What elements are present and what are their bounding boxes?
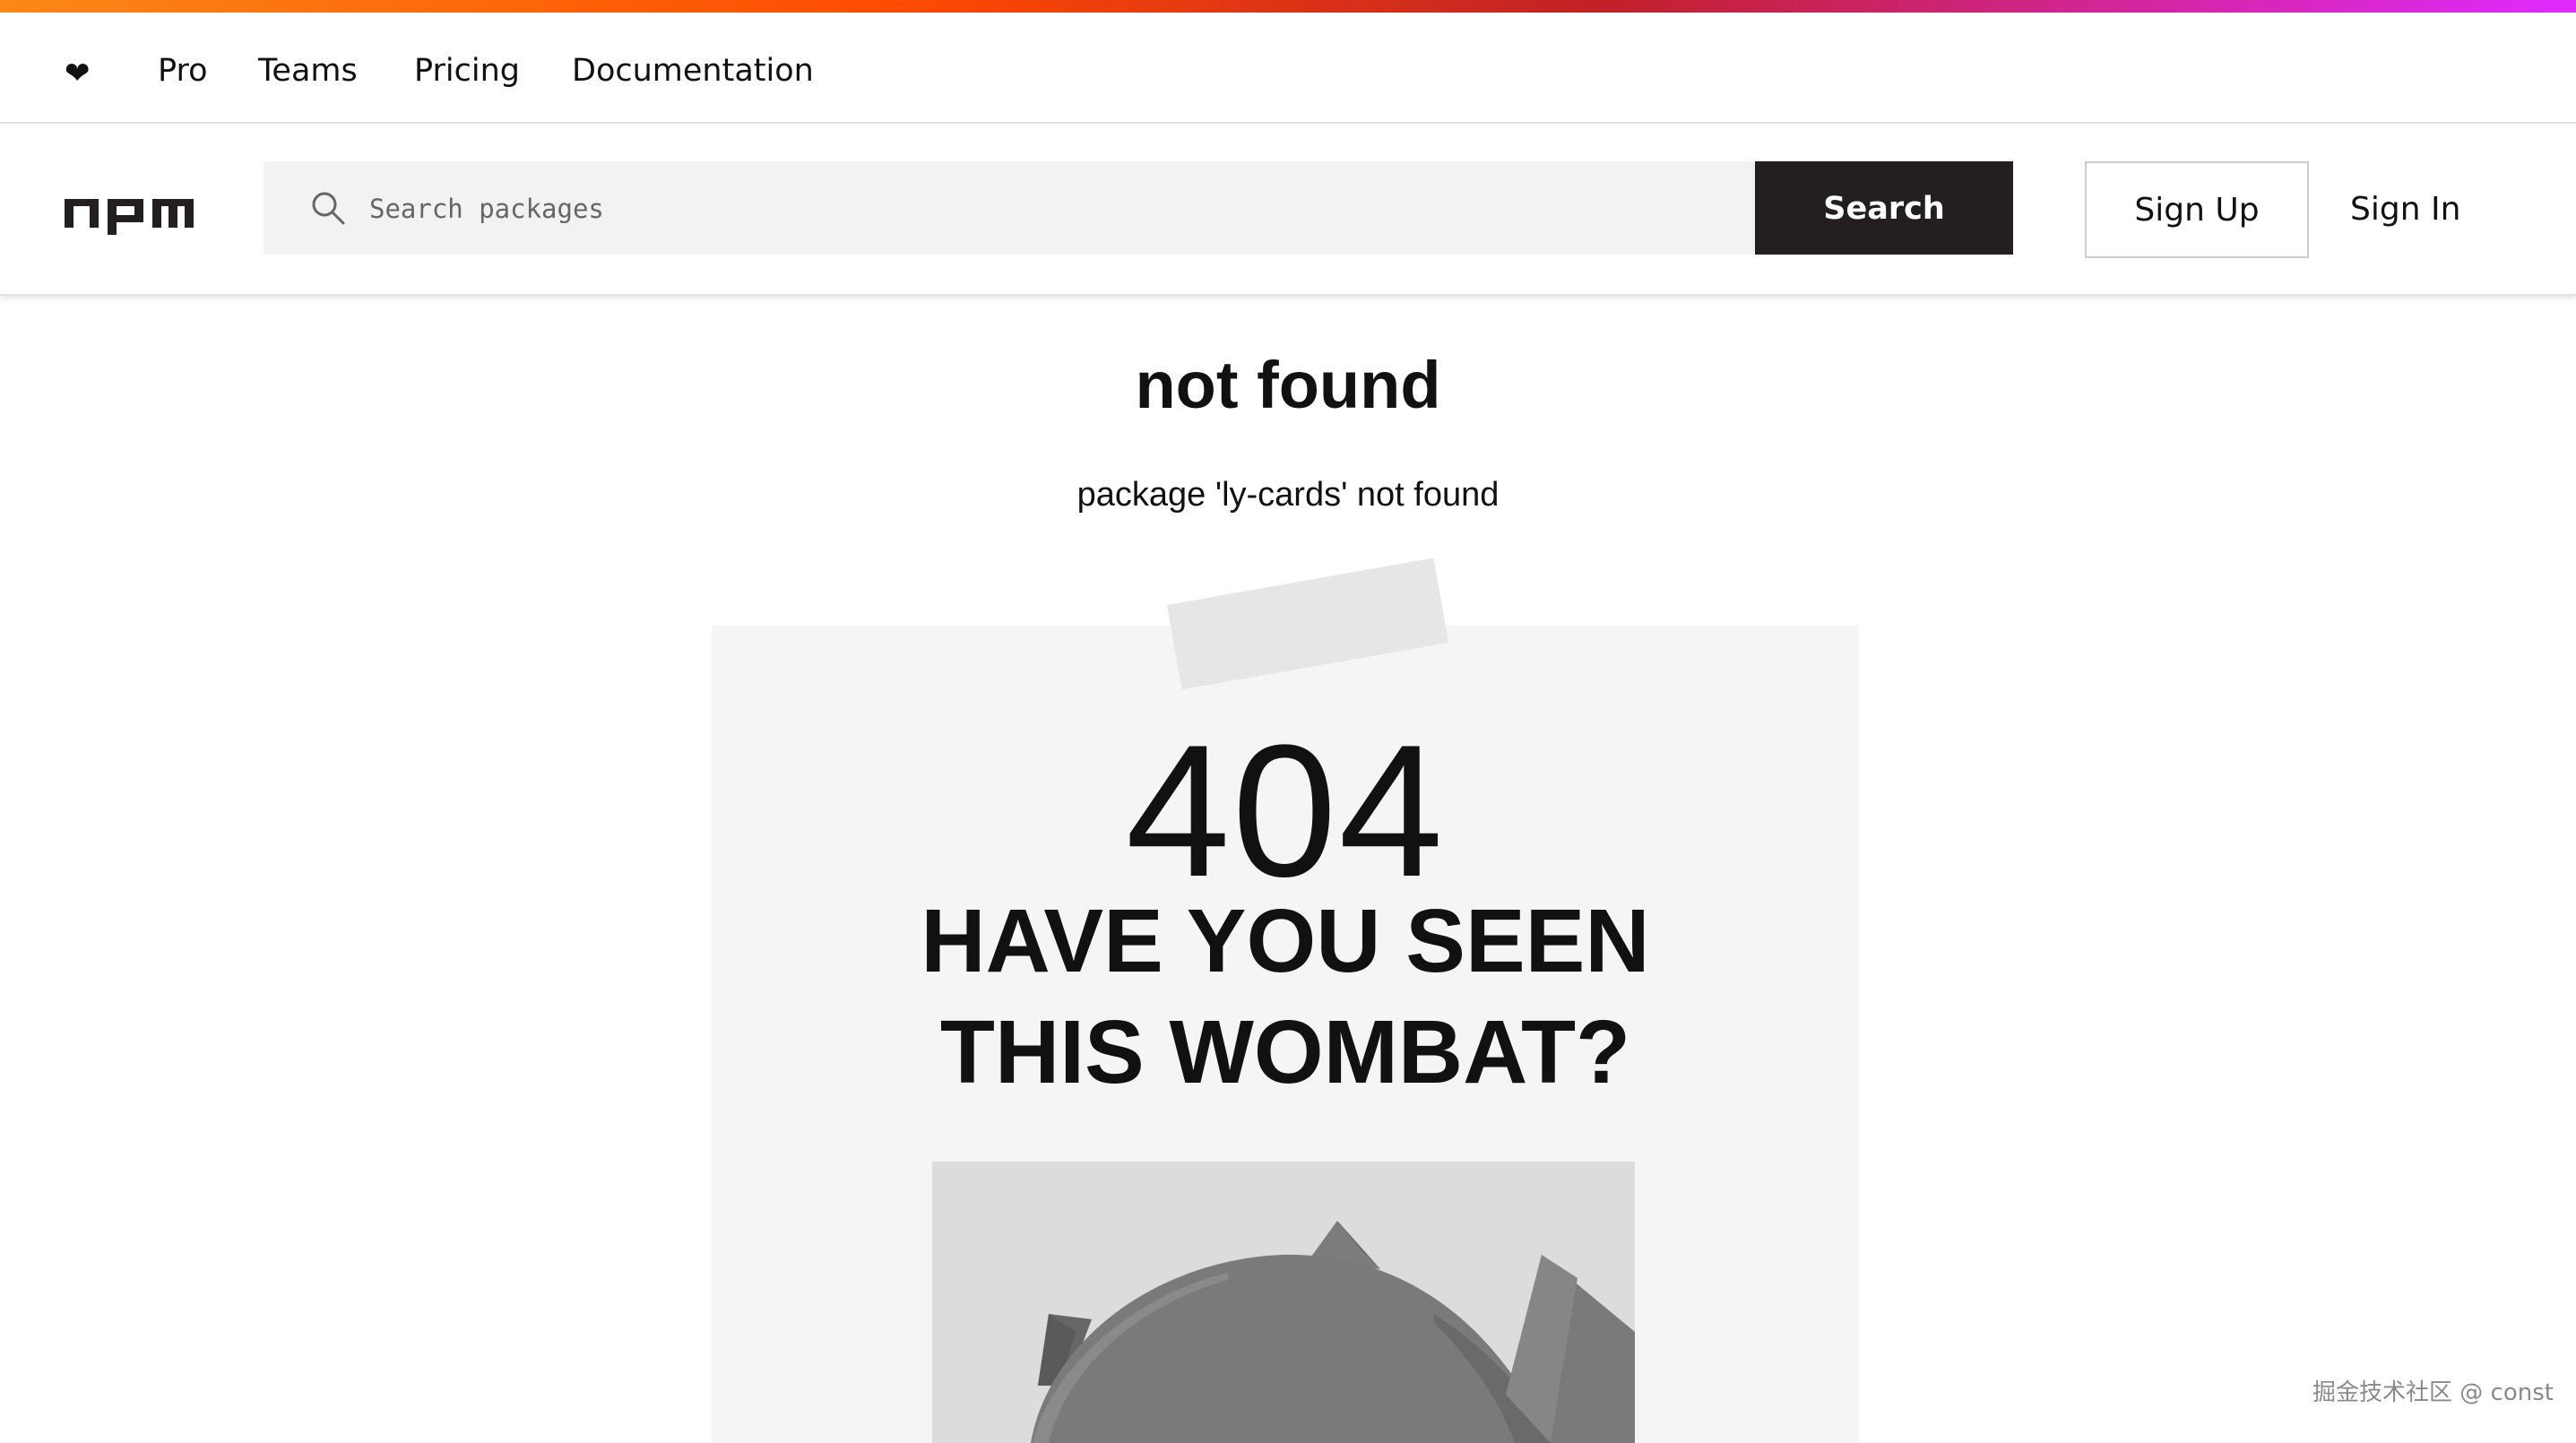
nav-link-pro[interactable]: Pro (158, 48, 208, 93)
search-icon (312, 192, 345, 225)
not-found-message: package 'ly-cards' not found (1076, 476, 1500, 514)
page-title: not found (1135, 348, 1441, 422)
search-field[interactable] (264, 161, 1755, 255)
wombat-illustration (1031, 1221, 1635, 1443)
wombat-photo (932, 1162, 1635, 1443)
poster-headline-line-1: HAVE YOU SEEN (921, 891, 1650, 991)
top-navigation: ❤ Pro Teams Pricing Documentation (0, 13, 2576, 124)
sign-in-link[interactable]: Sign In (2350, 185, 2460, 235)
heart-icon[interactable]: ❤ (65, 56, 100, 91)
brand-gradient-strip (0, 0, 2576, 13)
poster-headline-line-2: THIS WOMBAT? (939, 1002, 1631, 1102)
nav-link-documentation[interactable]: Documentation (572, 48, 814, 93)
error-code: 404 (1125, 705, 1446, 916)
poster-headline: HAVE YOU SEEN THIS WOMBAT? (712, 886, 1859, 1108)
site-header: Search Sign Up Sign In (0, 124, 2576, 296)
watermark: 掘金技术社区 @ const (2312, 1379, 2554, 1406)
wombat-poster: 404 HAVE YOU SEEN THIS WOMBAT? (712, 626, 1859, 1443)
search-input[interactable] (367, 181, 1716, 237)
nav-link-pricing[interactable]: Pricing (414, 48, 520, 93)
npm-logo-icon[interactable] (65, 192, 194, 235)
sign-up-button[interactable]: Sign Up (2085, 161, 2309, 258)
search-button[interactable]: Search (1755, 161, 2013, 255)
nav-link-teams[interactable]: Teams (258, 48, 358, 93)
